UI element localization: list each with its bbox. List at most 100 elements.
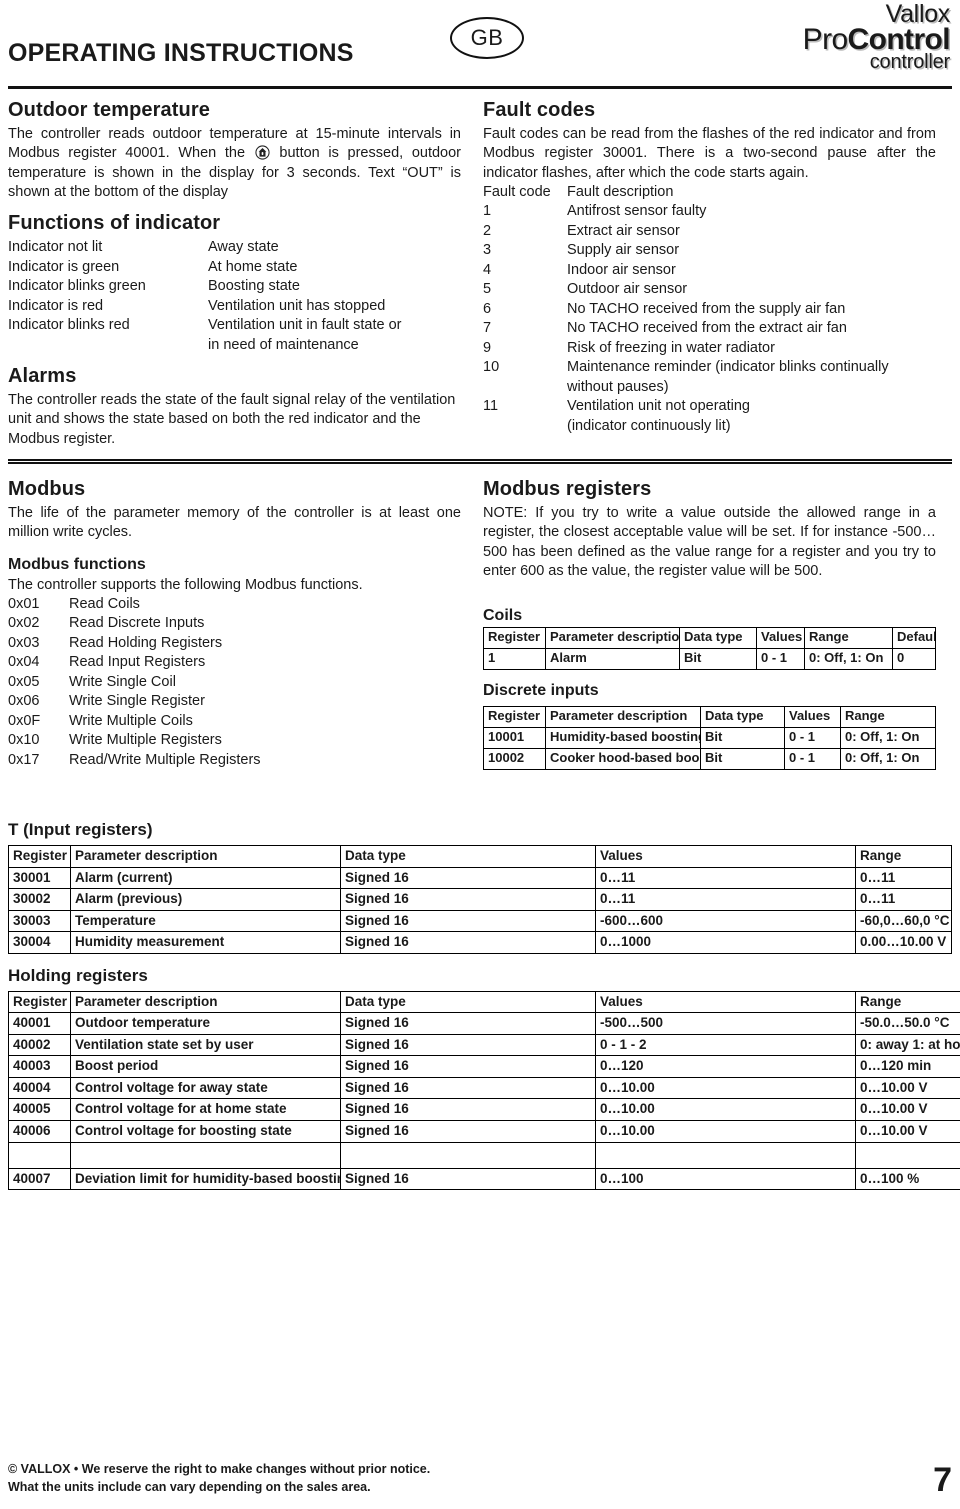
cell-register: 40006 — [8, 1119, 71, 1143]
indicator-meaning: Ventilation unit in fault state or — [208, 317, 402, 334]
cell-data-type: Bit — [700, 726, 785, 749]
table-row: 40001 Outdoor temperature Signed 16 -500… — [8, 1012, 960, 1035]
cell-register: 40004 — [8, 1076, 71, 1100]
cell-range: -60,0…60,0 °C — [855, 909, 952, 933]
list-item: Indicator blinks red Ventilation unit in… — [8, 316, 461, 336]
fault-description: Supply air sensor — [567, 242, 680, 259]
cell-data-type: Signed 16 — [340, 1167, 596, 1191]
fault-code: 3 — [483, 242, 492, 259]
column-header-values: Values — [756, 627, 805, 650]
modbus-function-name: Read Coils — [69, 595, 140, 612]
fault-description: Extract air sensor — [567, 222, 680, 239]
cell-parameter-description: Humidity measurement — [70, 931, 341, 954]
cell-values: 0…120 — [595, 1055, 856, 1078]
fault-description: Ventilation unit not operating — [567, 398, 750, 415]
modbus-function-code: 0x03 — [8, 634, 40, 651]
column-header-range: Range — [804, 627, 893, 650]
list-item: Indicator is red Ventilation unit has st… — [8, 297, 461, 317]
list-item: in need of maintenance — [8, 336, 461, 356]
holding-registers-heading: Holding registers — [8, 965, 148, 985]
cell-values: 0 - 1 - 2 — [595, 1033, 856, 1057]
coils-table: Register Parameter description Data type… — [483, 627, 936, 670]
list-item: Indicator is green At home state — [8, 258, 461, 278]
fault-codes-header-row: Fault code Fault description — [483, 183, 936, 203]
column-header-data-type: Data type — [700, 705, 785, 728]
table-row: 30002 Alarm (previous) Signed 16 0…11 0…… — [8, 888, 952, 911]
table-header-row: Register Parameter description Data type… — [483, 627, 936, 650]
modbus-function-name: Write Single Coil — [69, 673, 176, 690]
fault-code: 9 — [483, 339, 492, 356]
modbus-paragraph: The life of the parameter memory of the … — [8, 504, 461, 541]
modbus-heading: Modbus — [8, 477, 86, 500]
cell-parameter-description: Control voltage for at home state — [70, 1098, 341, 1121]
list-item: Indicator not lit Away state — [8, 238, 461, 258]
fault-code: 10 — [483, 359, 500, 376]
table-header-row: Register Parameter description Data type… — [8, 990, 960, 1014]
cell-register: 30002 — [8, 888, 71, 911]
fault-code: 4 — [483, 261, 492, 278]
fault-description: No TACHO received from the supply air fa… — [567, 300, 846, 317]
coils-heading: Coils — [483, 607, 523, 625]
modbus-function-name: Read/Write Multiple Registers — [69, 751, 261, 768]
discrete-inputs-table: Register Parameter description Data type… — [483, 705, 936, 770]
cell-register: 40002 — [8, 1033, 71, 1057]
table-row: 1 Alarm Bit 0 - 1 0: Off, 1: On 0 — [483, 648, 936, 670]
column-header-range: Range — [855, 990, 960, 1014]
indicator-state: Indicator blinks green — [8, 278, 146, 295]
column-header-parameter-description: Parameter description — [545, 627, 680, 650]
fault-code: 6 — [483, 300, 492, 317]
input-registers-heading: T (Input registers) — [8, 820, 153, 840]
cell-values: 0 - 1 — [784, 726, 841, 749]
table-row: 30004 Humidity measurement Signed 16 0…1… — [8, 931, 952, 954]
fault-description: Outdoor air sensor — [567, 281, 688, 298]
cell-values: -500…500 — [595, 1012, 856, 1035]
indicator-meaning: Boosting state — [208, 278, 300, 295]
table-row: 40004 Control voltage for away state Sig… — [8, 1076, 960, 1100]
indicator-state: Indicator is green — [8, 258, 120, 275]
footer-legal-text: © VALLOX • We reserve the right to make … — [8, 1460, 430, 1498]
fault-codes-heading: Fault codes — [483, 99, 596, 121]
cell-range: -50.0…50.0 °C — [855, 1012, 960, 1035]
alarms-heading: Alarms — [8, 365, 77, 388]
list-item: Indicator blinks green Boosting state — [8, 277, 461, 297]
footer-line-2: What the units include can vary dependin… — [8, 1480, 371, 1495]
column-header-default: Default — [892, 627, 936, 650]
cell-register: 10001 — [483, 726, 546, 749]
modbus-registers-heading: Modbus registers — [483, 477, 652, 500]
column-header-parameter-description: Parameter description — [545, 705, 701, 728]
list-item: 0x0F Write Multiple Coils — [8, 712, 461, 732]
modbus-function-name: Write Multiple Registers — [69, 732, 222, 749]
table-row: 30003 Temperature Signed 16 -600…600 -60… — [8, 909, 952, 933]
list-item: 0x04 Read Input Registers — [8, 653, 461, 673]
list-item: 0x06 Write Single Register — [8, 692, 461, 712]
modbus-function-code: 0x06 — [8, 693, 40, 710]
list-item: 2 Extract air sensor — [483, 222, 936, 242]
brand-logo: Vallox ProControl controller — [764, 2, 951, 73]
list-item: 10 Maintenance reminder (indicator blink… — [483, 358, 936, 378]
column-header-values: Values — [784, 705, 841, 728]
cell-values: 0…10.00 — [595, 1119, 856, 1143]
cell-default: 0 — [892, 648, 936, 670]
indicator-functions-list: Indicator not lit Away state Indicator i… — [8, 238, 461, 355]
cell-parameter-description: Alarm (current) — [70, 866, 341, 890]
modbus-functions-list: 0x01 Read Coils 0x02 Read Discrete Input… — [8, 595, 461, 771]
cell-register: 30001 — [8, 866, 71, 890]
cell-parameter-description: Temperature — [70, 909, 341, 933]
list-item: 4 Indoor air sensor — [483, 261, 936, 281]
list-item: (indicator continuously lit) — [483, 417, 936, 437]
outdoor-temperature-heading: Outdoor temperature — [8, 99, 210, 121]
table-header-row: Register Parameter description Data type… — [8, 845, 952, 868]
modbus-functions-heading: Modbus functions — [8, 555, 146, 573]
column-header-range: Range — [840, 705, 936, 728]
table-row: 40007 Deviation limit for humidity-based… — [8, 1167, 960, 1191]
fault-code: 7 — [483, 320, 492, 337]
indicator-state: Indicator not lit — [8, 239, 103, 256]
fault-code — [483, 378, 567, 398]
left-column-middle: Modbus The life of the parameter memory … — [8, 478, 461, 770]
cell-data-type: Bit — [700, 747, 785, 770]
list-item: 5 Outdoor air sensor — [483, 280, 936, 300]
list-item: 0x10 Write Multiple Registers — [8, 731, 461, 751]
page-footer: © VALLOX • We reserve the right to make … — [8, 1460, 952, 1498]
cell-parameter-description: Alarm (previous) — [70, 888, 341, 911]
cell-values: 0…100 — [595, 1167, 856, 1191]
